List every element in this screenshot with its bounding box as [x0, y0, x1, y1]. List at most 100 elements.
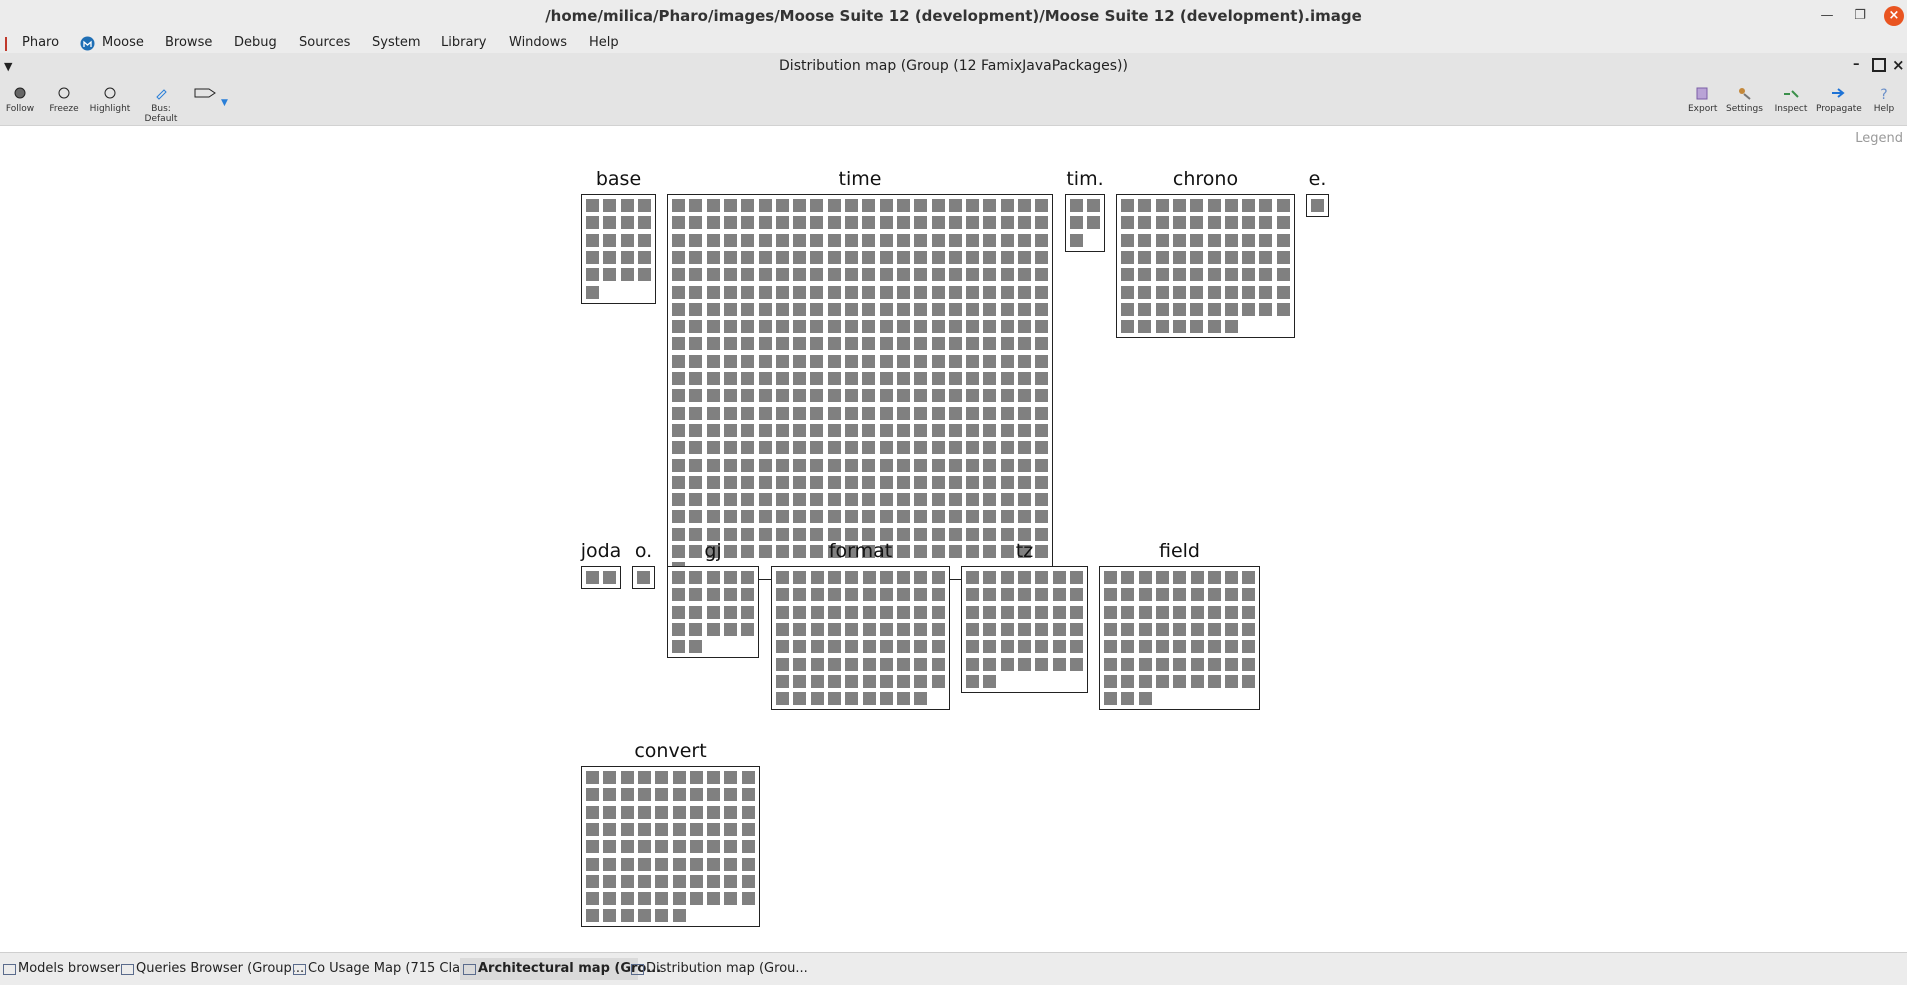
class-cell[interactable]	[810, 459, 823, 472]
class-cell[interactable]	[983, 234, 996, 247]
class-cell[interactable]	[707, 823, 720, 836]
class-cell[interactable]	[811, 588, 824, 601]
class-cell[interactable]	[1018, 476, 1031, 489]
class-cell[interactable]	[1259, 216, 1272, 229]
class-cell[interactable]	[724, 355, 737, 368]
class-cell[interactable]	[638, 840, 651, 853]
class-cell[interactable]	[1173, 268, 1186, 281]
class-cell[interactable]	[1277, 251, 1290, 264]
class-cell[interactable]	[793, 424, 806, 437]
class-cell[interactable]	[1121, 692, 1134, 705]
restore-icon[interactable]: ❐	[1850, 6, 1870, 26]
class-cell[interactable]	[793, 268, 806, 281]
class-cell[interactable]	[828, 510, 841, 523]
class-cell[interactable]	[966, 303, 979, 316]
class-cell[interactable]	[1156, 286, 1169, 299]
class-cell[interactable]	[914, 216, 927, 229]
class-cell[interactable]	[1173, 588, 1186, 601]
class-cell[interactable]	[741, 407, 754, 420]
class-cell[interactable]	[759, 337, 772, 350]
class-cell[interactable]	[724, 806, 737, 819]
class-cell[interactable]	[741, 320, 754, 333]
class-cell[interactable]	[689, 623, 702, 636]
class-cell[interactable]	[880, 372, 893, 385]
class-cell[interactable]	[880, 493, 893, 506]
class-cell[interactable]	[811, 571, 824, 584]
class-cell[interactable]	[845, 355, 858, 368]
class-cell[interactable]	[810, 199, 823, 212]
class-cell[interactable]	[862, 510, 875, 523]
class-cell[interactable]	[897, 286, 910, 299]
class-cell[interactable]	[1156, 571, 1169, 584]
class-cell[interactable]	[672, 510, 685, 523]
class-cell[interactable]	[828, 303, 841, 316]
class-cell[interactable]	[880, 389, 893, 402]
class-cell[interactable]	[689, 476, 702, 489]
class-cell[interactable]	[863, 658, 876, 671]
class-cell[interactable]	[983, 216, 996, 229]
class-cell[interactable]	[707, 268, 720, 281]
class-cell[interactable]	[776, 571, 789, 584]
class-cell[interactable]	[1242, 286, 1255, 299]
class-cell[interactable]	[845, 216, 858, 229]
class-cell[interactable]	[759, 441, 772, 454]
class-cell[interactable]	[828, 372, 841, 385]
class-cell[interactable]	[932, 355, 945, 368]
class-cell[interactable]	[1242, 234, 1255, 247]
class-cell[interactable]	[863, 571, 876, 584]
class-cell[interactable]	[673, 771, 686, 784]
class-cell[interactable]	[793, 623, 806, 636]
class-cell[interactable]	[949, 320, 962, 333]
class-cell[interactable]	[1173, 199, 1186, 212]
class-cell[interactable]	[776, 355, 789, 368]
inspect-button[interactable]: Inspect	[1773, 86, 1809, 114]
class-cell[interactable]	[1070, 216, 1083, 229]
class-cell[interactable]	[1173, 640, 1186, 653]
class-cell[interactable]	[1173, 606, 1186, 619]
class-cell[interactable]	[914, 407, 927, 420]
class-cell[interactable]	[897, 268, 910, 281]
class-cell[interactable]	[603, 251, 616, 264]
class-cell[interactable]	[724, 823, 737, 836]
class-cell[interactable]	[672, 355, 685, 368]
class-cell[interactable]	[707, 407, 720, 420]
class-cell[interactable]	[741, 337, 754, 350]
class-cell[interactable]	[1242, 199, 1255, 212]
menu-debug[interactable]: Debug	[234, 35, 277, 50]
class-cell[interactable]	[880, 623, 893, 636]
class-cell[interactable]	[1242, 571, 1255, 584]
class-cell[interactable]	[897, 571, 910, 584]
class-cell[interactable]	[810, 355, 823, 368]
class-cell[interactable]	[1138, 286, 1151, 299]
class-cell[interactable]	[1018, 571, 1031, 584]
class-cell[interactable]	[586, 788, 599, 801]
class-cell[interactable]	[638, 806, 651, 819]
class-cell[interactable]	[776, 320, 789, 333]
class-cell[interactable]	[742, 875, 755, 888]
class-cell[interactable]	[707, 320, 720, 333]
class-cell[interactable]	[845, 606, 858, 619]
class-cell[interactable]	[1018, 623, 1031, 636]
class-cell[interactable]	[914, 251, 927, 264]
class-cell[interactable]	[966, 199, 979, 212]
class-cell[interactable]	[949, 441, 962, 454]
class-cell[interactable]	[1242, 216, 1255, 229]
class-cell[interactable]	[1121, 199, 1134, 212]
class-cell[interactable]	[983, 510, 996, 523]
class-cell[interactable]	[862, 268, 875, 281]
class-cell[interactable]	[672, 303, 685, 316]
class-cell[interactable]	[690, 806, 703, 819]
class-cell[interactable]	[1001, 571, 1014, 584]
class-cell[interactable]	[724, 372, 737, 385]
class-cell[interactable]	[1225, 234, 1238, 247]
class-cell[interactable]	[810, 286, 823, 299]
package-box-o[interactable]	[632, 566, 655, 589]
class-cell[interactable]	[1156, 623, 1169, 636]
class-cell[interactable]	[776, 337, 789, 350]
class-cell[interactable]	[862, 216, 875, 229]
class-cell[interactable]	[655, 823, 668, 836]
class-cell[interactable]	[672, 337, 685, 350]
class-cell[interactable]	[1139, 658, 1152, 671]
class-cell[interactable]	[1173, 658, 1186, 671]
package-box-format[interactable]	[771, 566, 950, 710]
